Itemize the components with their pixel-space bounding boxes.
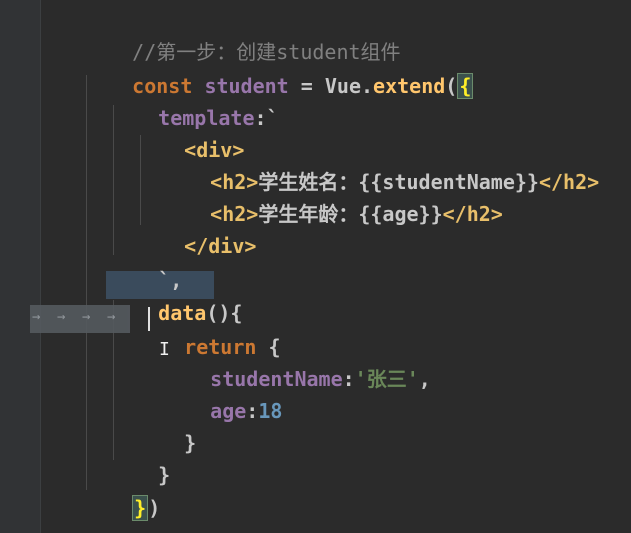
punctuation-token: : xyxy=(246,399,259,423)
html-tag-token: </h2> xyxy=(442,202,503,226)
punctuation-token: . xyxy=(360,74,374,98)
tab-arrow-icon: → xyxy=(57,309,66,325)
matched-brace: { xyxy=(457,73,474,99)
string-token: '张三' xyxy=(354,367,419,391)
html-tag-token: </div> xyxy=(184,234,257,258)
punctuation-token: : xyxy=(342,367,355,391)
punctuation-token: ) xyxy=(148,496,161,520)
code-line[interactable]: `, xyxy=(110,238,182,292)
punctuation-token: ( xyxy=(445,74,458,98)
punctuation-token: , xyxy=(418,367,431,391)
code-line[interactable]: return { xyxy=(136,305,280,359)
number-token: 18 xyxy=(258,399,283,423)
code-line[interactable]: studentName:'张三', xyxy=(162,337,431,391)
code-line[interactable]: }) xyxy=(84,466,160,521)
editor-gutter xyxy=(0,0,41,533)
code-editor[interactable]: → → → → //第一步：创建student组件 const student … xyxy=(0,0,631,533)
text-cursor xyxy=(148,307,150,331)
punctuation-token: :` xyxy=(254,106,279,130)
method-token: extend xyxy=(373,74,446,98)
matched-brace: } xyxy=(132,495,149,521)
code-line[interactable]: <h2>学生年龄：{{age}}</h2> xyxy=(162,172,503,226)
html-tag-token: </h2> xyxy=(538,170,600,194)
code-line[interactable]: </div> xyxy=(136,204,256,258)
code-line[interactable]: const student = Vue.extend({ xyxy=(84,44,474,99)
code-line[interactable]: <h2>学生姓名：{{studentName}}</h2> xyxy=(162,140,599,194)
code-line[interactable]: age:18 xyxy=(162,369,282,423)
code-line[interactable]: //第一步：创建student组件 xyxy=(84,10,400,64)
operator-token: = xyxy=(288,74,325,98)
code-line[interactable]: } xyxy=(136,401,196,455)
punctuation-token: } xyxy=(184,431,197,455)
ibeam-cursor-icon: I xyxy=(159,339,170,360)
property-token: age xyxy=(210,399,247,423)
tab-arrow-icon: → xyxy=(82,309,91,325)
code-line[interactable]: <div> xyxy=(136,108,244,162)
code-line[interactable]: template:` xyxy=(110,76,278,130)
identifier-token: Vue xyxy=(324,74,361,98)
indent-guide xyxy=(86,75,87,490)
code-line[interactable]: } xyxy=(110,433,170,487)
tab-arrow-icon: → xyxy=(32,309,41,325)
code-line[interactable]: data(){ xyxy=(110,271,242,325)
template-text-token: 学生年龄：{{age}} xyxy=(258,202,443,226)
